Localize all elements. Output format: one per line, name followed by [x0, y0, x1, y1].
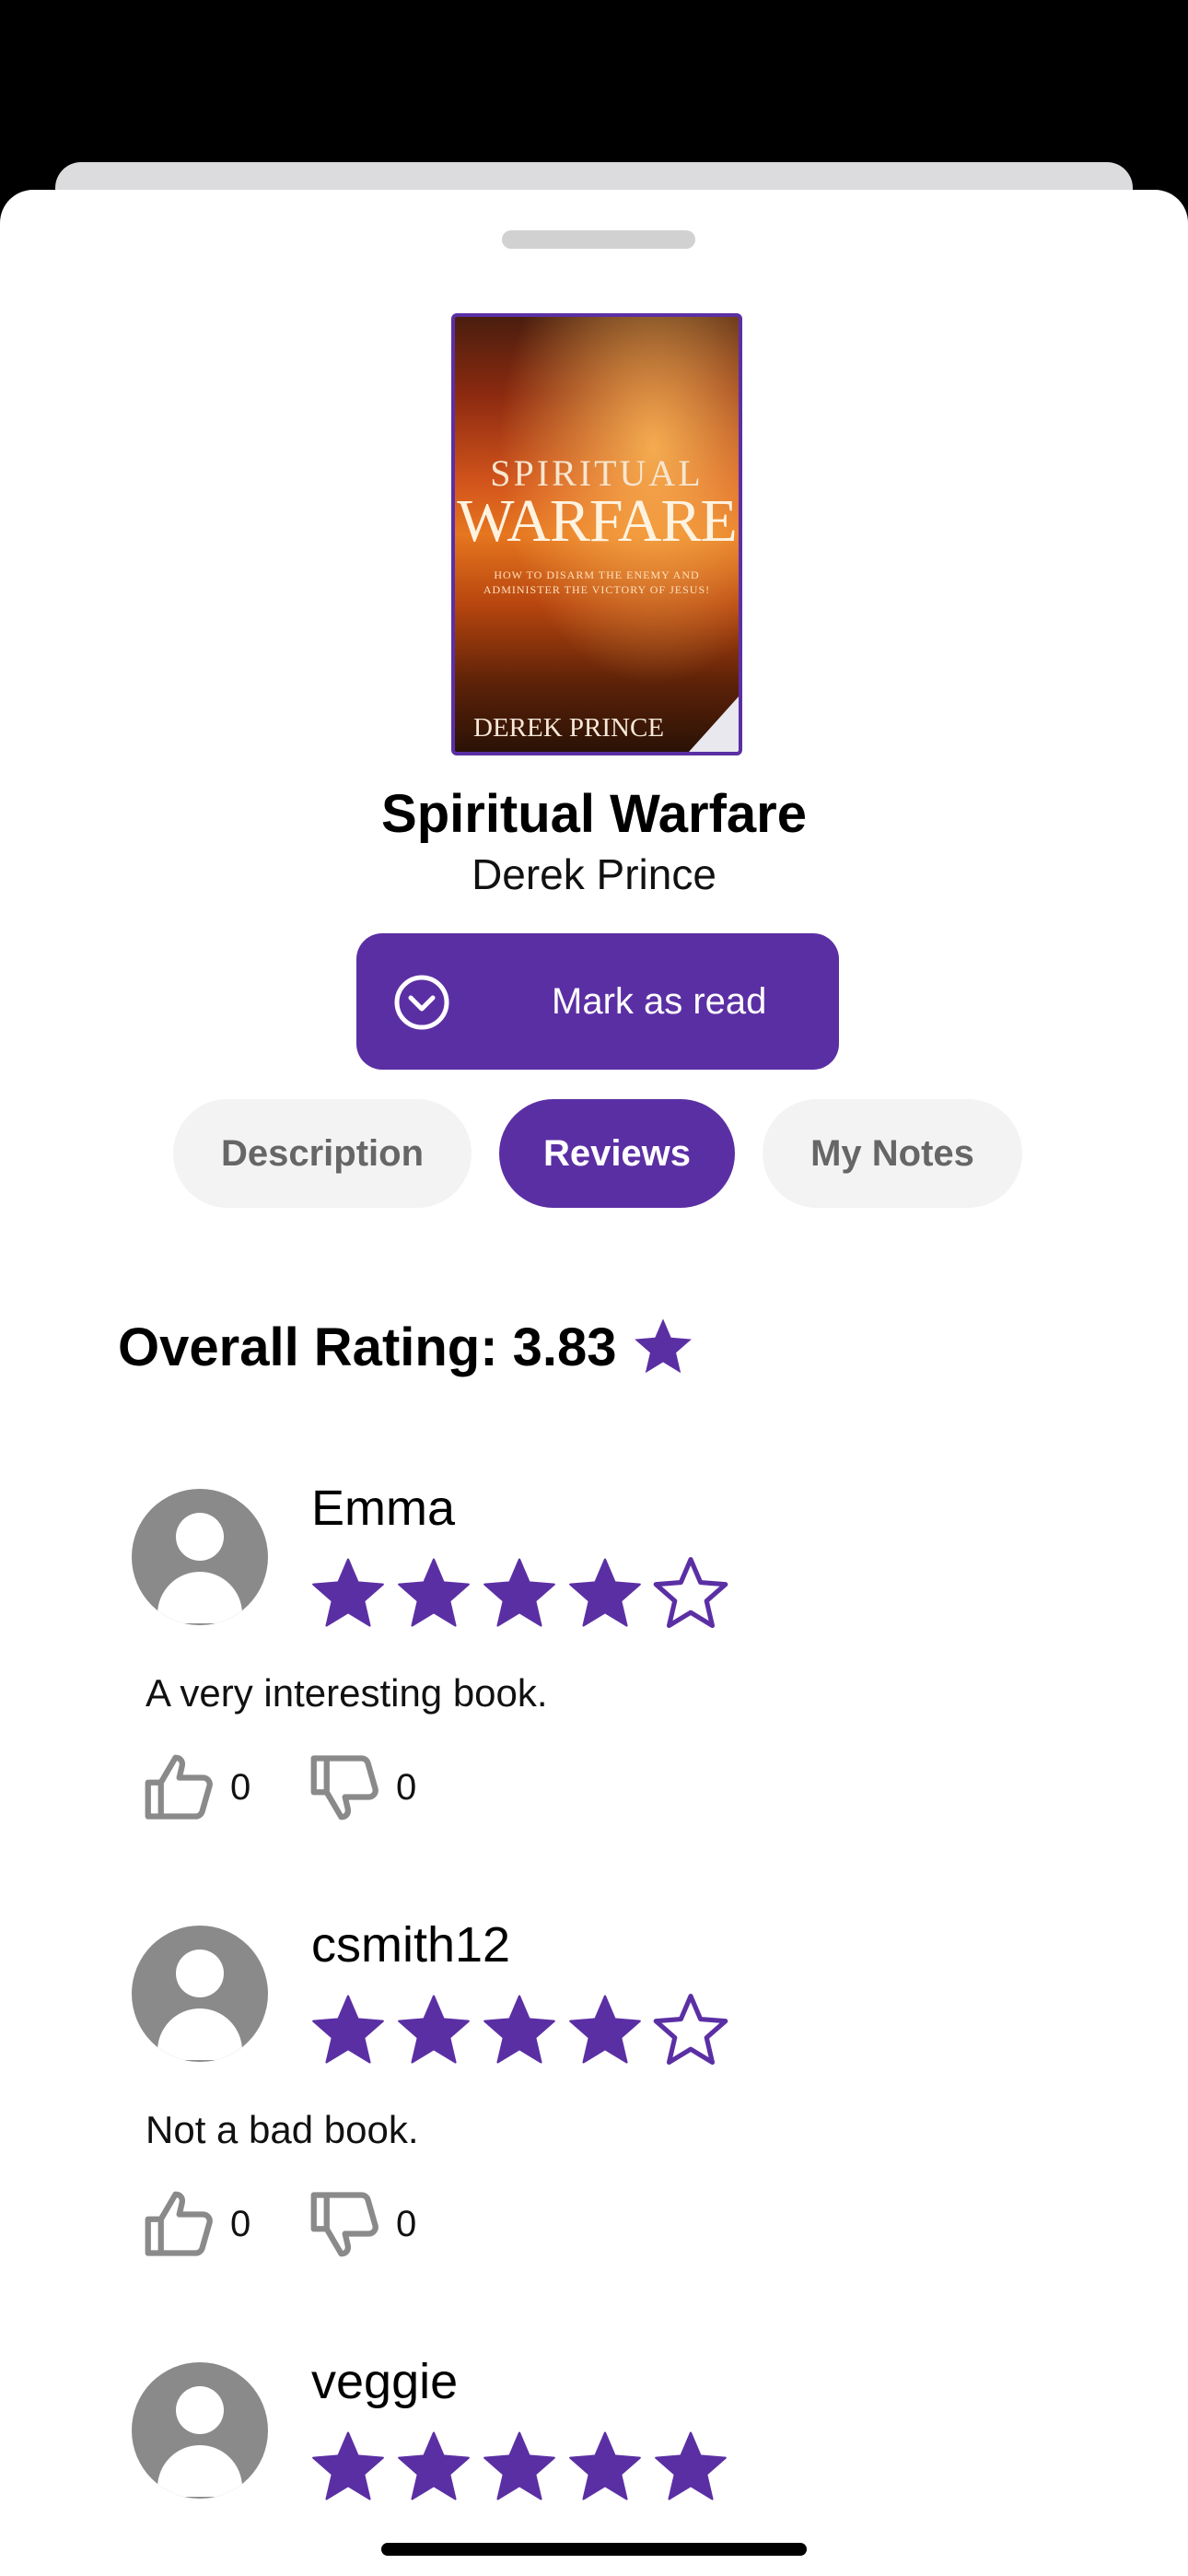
- star-filled-icon: [398, 1995, 470, 2064]
- thumbs-up-icon: [145, 1754, 213, 1820]
- thumbs-up-icon: [145, 2191, 213, 2256]
- mark-as-read-label: Mark as read: [552, 981, 767, 1022]
- review-text: A very interesting book.: [146, 1671, 548, 1715]
- reviewer-name: Emma: [311, 1481, 456, 1536]
- star-filled-icon: [569, 1995, 641, 2064]
- page-curl-icon: [689, 697, 739, 752]
- chevron-circle-icon: [394, 975, 449, 1030]
- book-author: Derek Prince: [472, 850, 716, 898]
- star-filled-icon: [483, 2431, 555, 2500]
- tab-description[interactable]: Description: [173, 1099, 472, 1208]
- dislike-button[interactable]: 0: [306, 1749, 416, 1826]
- review-text: Not a bad book.: [146, 2108, 419, 2151]
- dislike-count: 0: [396, 2203, 417, 2244]
- star-filled-icon: [312, 2431, 384, 2500]
- sheet-grabber[interactable]: [502, 230, 695, 249]
- star-filled-icon: [483, 1558, 555, 1627]
- dislike-count: 0: [396, 1766, 417, 1808]
- star-filled-icon: [655, 2431, 727, 2500]
- thumbs-down-icon: [310, 1755, 379, 1821]
- star-filled-icon: [398, 2431, 470, 2500]
- star-icon: [634, 1318, 692, 1374]
- cover-title-line2: WARFARE: [457, 487, 737, 555]
- star-filled-icon: [312, 1995, 384, 2064]
- star-filled-icon: [569, 2431, 641, 2500]
- review-stars: [308, 1553, 736, 1634]
- like-count: 0: [230, 2203, 251, 2244]
- star-filled-icon: [483, 1995, 555, 2064]
- book-cover: SPIRITUAL WARFARE How to Disarm the Enem…: [451, 313, 742, 755]
- book-title: Spiritual Warfare: [381, 784, 807, 844]
- home-indicator[interactable]: [381, 2543, 807, 2556]
- book-detail-sheet: SPIRITUAL WARFARE How to Disarm the Enem…: [0, 190, 1188, 2576]
- reviewer-name: csmith12: [311, 1917, 511, 1973]
- tab-my-notes[interactable]: My Notes: [763, 1099, 1022, 1208]
- like-button[interactable]: 0: [140, 2185, 250, 2263]
- avatar[interactable]: [132, 2362, 268, 2499]
- overall-rating-label: Overall Rating: 3.83: [118, 1317, 617, 1377]
- avatar[interactable]: [132, 1926, 268, 2062]
- star-filled-icon: [312, 1558, 384, 1627]
- like-button[interactable]: 0: [140, 1749, 250, 1826]
- tab-reviews[interactable]: Reviews: [499, 1099, 735, 1208]
- review-stars: [308, 1990, 736, 2071]
- star-filled-icon: [398, 1558, 470, 1627]
- thumbs-down-icon: [310, 2192, 379, 2257]
- star-filled-icon: [569, 1558, 641, 1627]
- mark-as-read-button[interactable]: Mark as read: [356, 933, 839, 1070]
- like-count: 0: [230, 1766, 251, 1808]
- dislike-button[interactable]: 0: [306, 2185, 416, 2263]
- avatar[interactable]: [132, 1489, 268, 1625]
- overall-rating: Overall Rating: 3.83: [118, 1314, 696, 1380]
- cover-author: DEREK PRINCE: [473, 713, 665, 743]
- review-stars: [308, 2427, 736, 2508]
- cover-subtitle: How to Disarm the Enemy and Administer t…: [483, 568, 711, 596]
- star-outline-icon: [653, 1557, 728, 1629]
- star-outline-icon: [653, 1994, 728, 2066]
- reviewer-name: veggie: [311, 2362, 459, 2409]
